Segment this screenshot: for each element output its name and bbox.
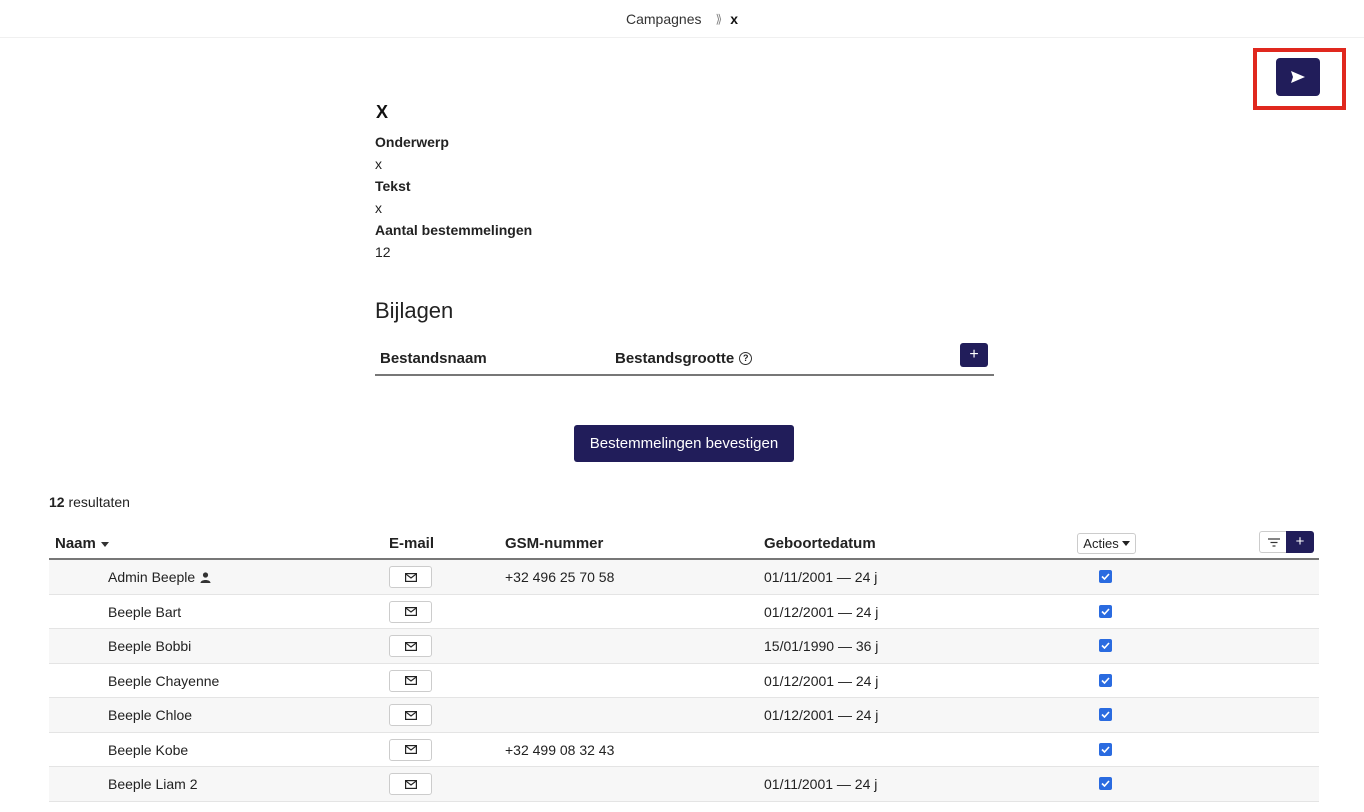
recipient-name: Beeple Chloe [108,707,192,723]
table-row[interactable]: Beeple Bobbi 15/01/1990 — 36 j [49,629,1319,664]
subject-label: Onderwerp [375,134,449,150]
recipient-birthdate: 01/12/2001 — 24 j [764,672,879,689]
chevron-down-icon [1121,541,1130,546]
recipient-checkbox[interactable] [1099,708,1112,721]
mail-icon [404,745,417,754]
recipient-name-text: Beeple Bobbi [108,638,192,654]
recipient-checkbox[interactable] [1099,604,1112,618]
recipient-name-text: Beeple Chloe [108,707,193,723]
check-icon [1101,676,1110,684]
recipient-birthdate: 01/11/2001 — 24 j [764,776,878,792]
mail-icon [404,676,417,685]
send-icon [1291,71,1305,83]
recipient-gsm: +32 499 08 32 43 [505,741,615,758]
recipient-count-label: Aantal bestemmelingen [375,222,533,238]
attachments-section: Bijlagen Bestandsnaam Bestandsgrootte ? … [375,298,994,376]
table-body: Admin Beeple +32 496 25 70 58 01/11/2001 —… [49,560,1319,802]
recipient-birthdate: 01/11/2001 — 24 j [764,569,878,585]
recipients-table: Naam E-mail GSM-nummer Geboortedatum Act… [49,527,1319,802]
send-mail-button[interactable] [389,773,432,795]
mail-icon [404,710,417,720]
filesize-column-label: Bestandsgrootte [615,349,735,367]
check-icon [1101,642,1110,649]
name-column-header[interactable]: Naam [55,535,109,552]
sort-caret-icon [100,541,109,547]
recipient-name: Admin Beeple [108,569,211,585]
table-row[interactable]: Beeple Kobe +32 499 08 32 43 [49,733,1319,767]
add-attachment-button[interactable]: + [960,343,988,367]
recipient-checkbox[interactable] [1099,570,1112,583]
check-icon [1101,573,1110,580]
filter-icon [1267,537,1280,547]
send-mail-button[interactable] [389,738,432,761]
filter-button[interactable] [1259,531,1287,553]
table-row[interactable]: Beeple Liam 2 01/11/2001 — 24 j [49,767,1319,802]
filesize-column-header: Bestandsgrootte ? [615,349,753,367]
breadcrumb-separator: ⟫ [715,11,723,26]
results-count: 12 resultaten [49,494,130,510]
recipient-name-text: Beeple Liam 2 [108,776,198,792]
attachments-table-header: Bestandsnaam Bestandsgrootte ? + [375,342,994,376]
mail-icon [404,607,417,616]
check-icon [1101,780,1110,787]
confirm-recipients-button[interactable]: Bestemmelingen bevestigen [574,425,794,462]
recipient-name: Beeple Chayenne [108,673,219,689]
recipient-name: Beeple Kobe [108,742,188,758]
check-icon [1101,745,1110,753]
table-row[interactable]: Beeple Chayenne 01/12/2001 — 24 j [49,664,1319,698]
mail-icon [404,572,417,582]
recipient-name: Beeple Liam 2 [108,776,198,792]
recipient-name-text: Beeple Bart [108,603,182,620]
recipient-gsm: +32 496 25 70 58 [505,569,615,585]
recipient-checkbox[interactable] [1099,639,1112,652]
birthdate-column-header: Geboortedatum [764,535,876,552]
send-mail-button[interactable] [389,704,432,726]
send-mail-button[interactable] [389,635,432,657]
recipient-name-text: Admin Beeple [108,569,196,585]
attachments-heading: Bijlagen [375,298,454,323]
recipient-name-text: Beeple Chayenne [108,672,220,689]
table-row[interactable]: Beeple Bart 01/12/2001 — 24 j [49,595,1319,629]
subject-value: x [375,156,382,172]
table-row[interactable]: Beeple Chloe 01/12/2001 — 24 j [49,698,1319,733]
add-recipient-button[interactable]: + [1286,531,1314,553]
help-icon[interactable]: ? [739,351,753,365]
results-number: 12 [49,494,65,510]
email-column-header: E-mail [389,535,435,552]
results-label: resultaten [68,494,130,510]
top-bar: Campagnes ⟫ x [0,0,1364,38]
campaign-detail: X Onderwerp x Tekst x Aantal bestemmelin… [375,102,995,263]
recipient-checkbox[interactable] [1099,742,1112,756]
recipient-count-value: 12 [375,244,391,260]
user-icon [200,571,211,583]
recipient-birthdate: 01/12/2001 — 24 j [764,707,879,723]
breadcrumb-campagnes[interactable]: Campagnes [626,11,702,27]
recipient-checkbox[interactable] [1099,777,1112,790]
table-header: Naam E-mail GSM-nummer Geboortedatum Act… [49,527,1319,560]
name-column-label: Naam [55,535,96,552]
recipient-name: Beeple Bobbi [108,638,191,654]
gsm-column-header: GSM-nummer [505,535,604,552]
mail-icon [404,779,417,789]
text-label: Tekst [375,178,411,194]
actions-dropdown[interactable]: Acties [1077,533,1136,554]
send-button[interactable] [1276,58,1320,96]
recipient-name: Beeple Bart [108,604,181,620]
recipient-birthdate: 01/12/2001 — 24 j [764,603,879,620]
recipient-checkbox[interactable] [1099,673,1112,687]
send-mail-button[interactable] [389,669,432,692]
campaign-title: X [376,102,389,122]
send-mail-button[interactable] [389,600,432,623]
mail-icon [404,641,417,651]
text-value: x [375,200,382,216]
table-row[interactable]: Admin Beeple +32 496 25 70 58 01/11/2001 —… [49,560,1319,595]
send-mail-button[interactable] [389,566,432,588]
check-icon [1101,607,1110,615]
breadcrumb-current: x [730,10,738,27]
check-icon [1101,711,1110,718]
recipient-birthdate: 15/01/1990 — 36 j [764,638,879,654]
actions-dropdown-label: Acties [1083,536,1119,551]
recipient-name-text: Beeple Kobe [108,741,189,758]
filename-column-header: Bestandsnaam [380,349,487,367]
